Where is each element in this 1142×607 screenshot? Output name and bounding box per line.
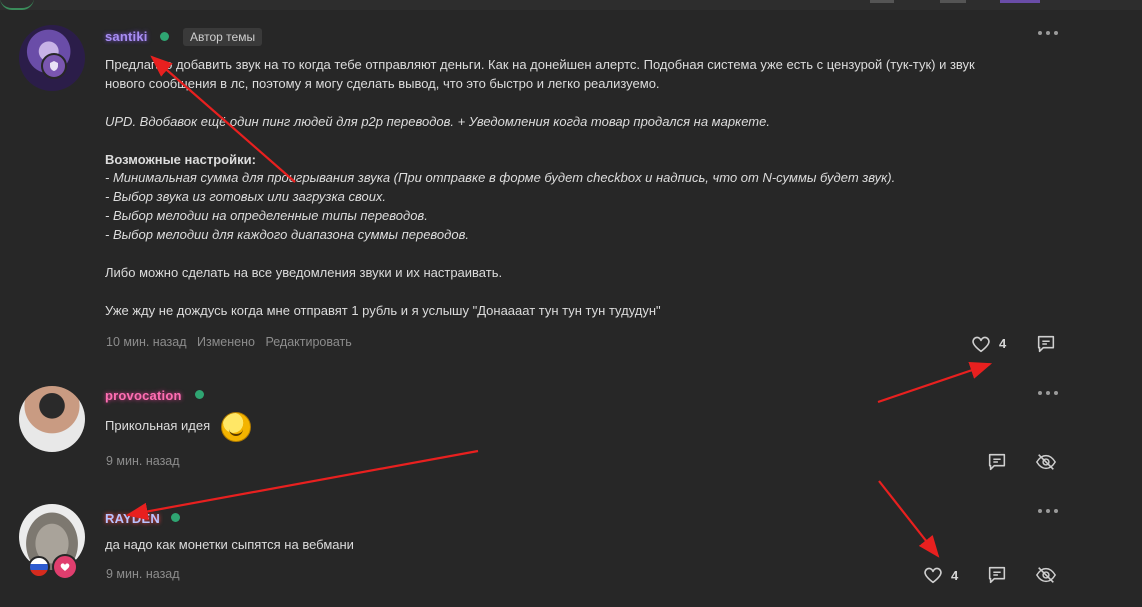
online-indicator [171, 513, 180, 522]
like-count: 4 [999, 336, 1007, 351]
post-time[interactable]: 9 мин. назад [106, 454, 180, 468]
settings-item: - Выбор звука из готовых или загрузка св… [105, 189, 387, 205]
settings-item: - Выбор мелодии для каждого диапазона су… [105, 227, 469, 243]
settings-item: - Минимальная сумма для проигрывания зву… [105, 170, 896, 186]
top-user-avatar[interactable] [1000, 0, 1040, 3]
post-time[interactable]: 10 мин. назад [106, 335, 187, 349]
username[interactable]: RAYDEN [105, 511, 160, 526]
post-meta: 9 мин. назад [106, 567, 187, 581]
top-nav-item[interactable] [940, 0, 966, 3]
heart-icon[interactable] [922, 564, 944, 586]
settings-item: - Выбор мелодии на определенные типы пер… [105, 208, 428, 224]
post-meta: 9 мин. назад [106, 454, 187, 468]
post-body: Предлагаю добавить звук на то когда тебе… [105, 56, 1035, 321]
site-logo[interactable] [0, 0, 34, 10]
post-text-line: Предлагаю добавить звук на то когда тебе… [105, 57, 975, 72]
author-tag: Автор темы [183, 28, 263, 46]
heart-badge-icon [52, 554, 78, 580]
smiley-emoji-icon [221, 412, 251, 442]
post-text-line: Уже жду не дождусь когда мне отправят 1 … [105, 302, 661, 318]
comment-icon[interactable] [986, 564, 1008, 586]
avatar[interactable] [19, 386, 85, 452]
online-indicator [160, 32, 169, 41]
comment-icon[interactable] [986, 451, 1008, 473]
post-update-line: UPD. Вдобавок ещё один пинг людей для p2… [105, 113, 770, 129]
username[interactable]: provocation [105, 388, 182, 403]
post-time[interactable]: 9 мин. назад [106, 567, 180, 581]
shield-badge-icon [41, 53, 67, 79]
more-dots-icon[interactable] [1038, 31, 1058, 37]
settings-heading: Возможные настройки: [105, 151, 256, 167]
post-body: да надо как монетки сыпятся на вебмани [105, 537, 354, 552]
post-meta: 10 мин. назад Изменено Редактировать [106, 335, 359, 349]
post-text-line: нового сообщения в лс, поэтому я могу сд… [105, 75, 660, 91]
flag-badge-icon [28, 556, 50, 578]
online-indicator [195, 390, 204, 399]
top-nav-item[interactable] [870, 0, 894, 3]
heart-icon[interactable] [970, 333, 992, 355]
top-navigation-strip [0, 0, 1142, 10]
like-count: 4 [951, 568, 959, 583]
comment-icon[interactable] [1035, 333, 1057, 355]
more-dots-icon[interactable] [1038, 391, 1058, 397]
edited-label[interactable]: Изменено [197, 335, 255, 349]
edit-link[interactable]: Редактировать [265, 335, 351, 349]
post-text-line: Либо можно сделать на все уведомления зв… [105, 264, 503, 280]
more-dots-icon[interactable] [1038, 509, 1058, 515]
eye-off-icon[interactable] [1035, 564, 1057, 586]
username[interactable]: santiki [105, 29, 148, 44]
eye-off-icon[interactable] [1035, 451, 1057, 473]
